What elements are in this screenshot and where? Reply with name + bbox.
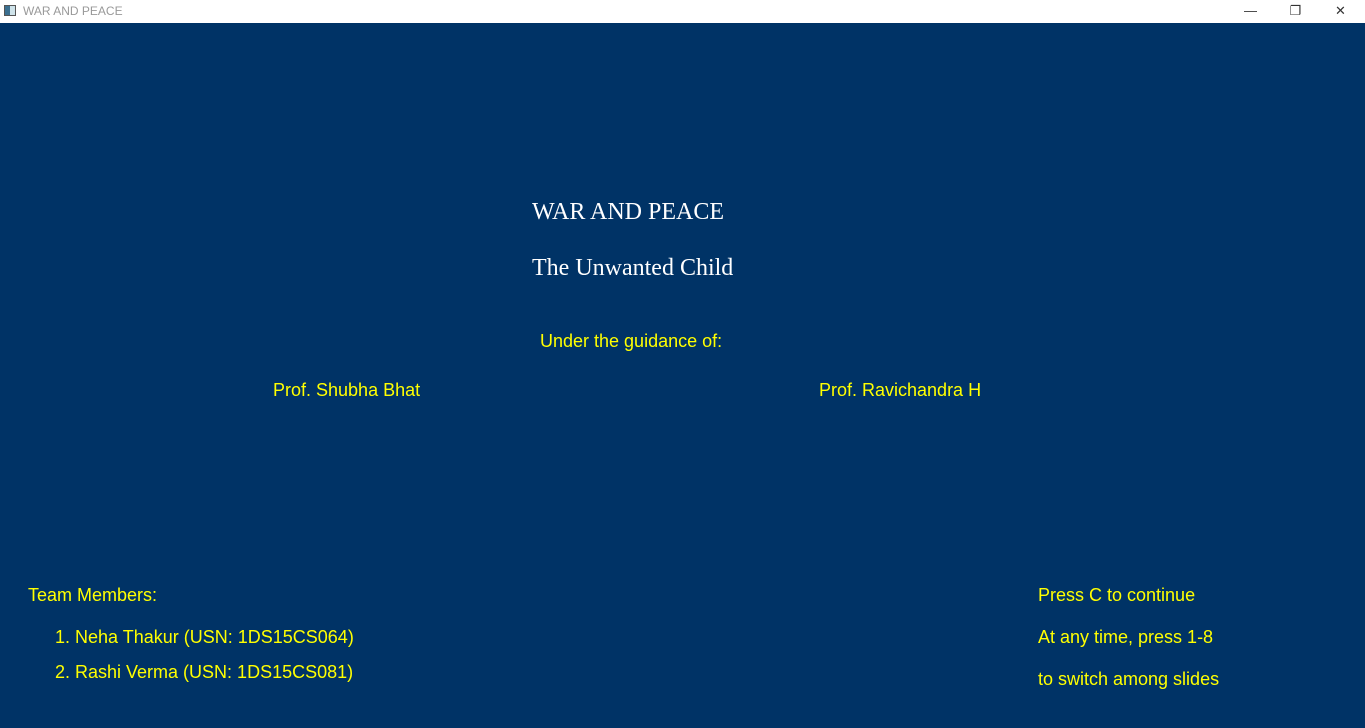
instruction-text: Press C to continue — [1038, 585, 1196, 605]
instruction-text: to switch among slides — [1038, 669, 1220, 689]
guide-name: Prof. Shubha Bhat — [273, 380, 421, 400]
slide-title: WAR AND PEACE — [532, 199, 725, 225]
minimize-button[interactable]: — — [1228, 0, 1273, 23]
slide-subtitle: The Unwanted Child — [532, 255, 734, 281]
title-bar: WAR AND PEACE — ❐ ✕ — [0, 0, 1365, 23]
team-member: 2. Rashi Verma (USN: 1DS15CS081) — [55, 662, 354, 682]
app-icon — [4, 5, 16, 16]
team-member: 1. Neha Thakur (USN: 1DS15CS064) — [55, 627, 354, 647]
window-title: WAR AND PEACE — [23, 4, 123, 18]
slide-canvas[interactable]: WAR AND PEACE The Unwanted Child Under t… — [0, 23, 1365, 728]
instruction-text: At any time, press 1-8 — [1038, 627, 1214, 647]
guide-name: Prof. Ravichandra H — [819, 380, 982, 400]
guidance-label: Under the guidance of: — [540, 331, 723, 351]
close-button[interactable]: ✕ — [1318, 0, 1363, 23]
team-label: Team Members: — [28, 585, 158, 605]
restore-button[interactable]: ❐ — [1273, 0, 1318, 23]
